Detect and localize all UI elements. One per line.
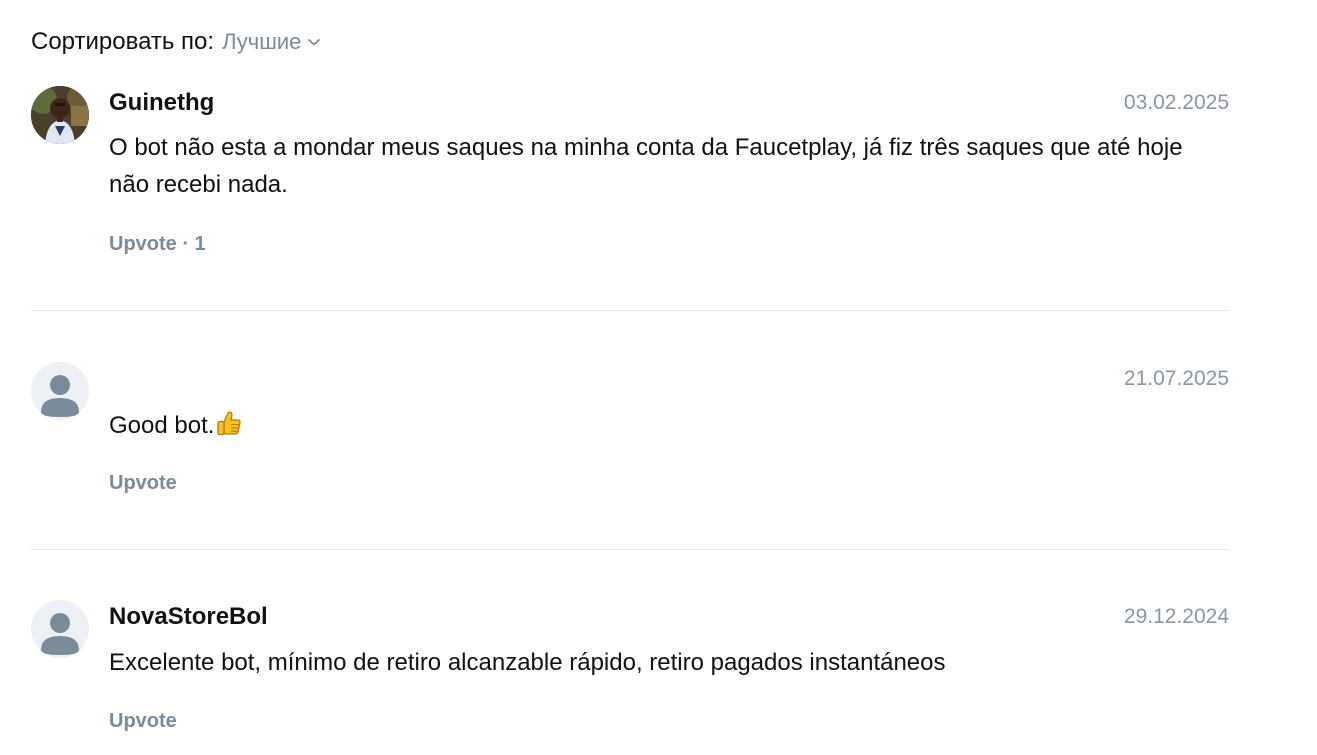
comment-text: Excelente bot, mínimo de retiro alcanzab… (109, 649, 946, 676)
comment-text: Good bot. (109, 412, 215, 439)
comment-item: 21.07.2025 Good bot. Upvote (31, 362, 1229, 512)
comment-text: O bot não esta a mondar meus saques na m… (109, 134, 1183, 198)
upvote-button[interactable]: Upvote (109, 472, 177, 495)
upvote-button[interactable]: Upvote · 1 (109, 233, 206, 256)
user-photo-avatar[interactable] (31, 86, 89, 144)
comment-date: 21.07.2025 (1123, 367, 1229, 390)
comment-date: 29.12.2024 (1123, 605, 1229, 628)
comment-item: NovaStoreBol 29.12.2024 Excelente bot, m… (31, 600, 1229, 750)
upvote-button[interactable]: Upvote (109, 710, 177, 733)
divider (31, 549, 1229, 550)
comment-item: Guinethg 03.02.2025 O bot não esta a mon… (31, 86, 1229, 276)
sort-selected-value: Лучшие (222, 29, 302, 54)
sort-label: Сортировать по: (31, 28, 215, 55)
comment-date: 03.02.2025 (1123, 91, 1229, 114)
thumbs-up-icon (215, 409, 243, 448)
divider (31, 310, 1229, 311)
comment-text-row: Good bot. (109, 407, 1209, 448)
comment-author[interactable]: NovaStoreBol (109, 603, 268, 631)
default-user-icon[interactable] (31, 362, 89, 420)
chevron-down-icon (308, 39, 321, 46)
default-user-icon[interactable] (31, 600, 89, 658)
sort-bar: Сортировать по: Лучшие (31, 28, 321, 56)
comment-author[interactable]: Guinethg (109, 89, 214, 117)
comments-panel: Сортировать по: Лучшие Guinethg 03.02.20… (0, 0, 1317, 755)
sort-dropdown[interactable]: Лучшие (222, 29, 321, 55)
